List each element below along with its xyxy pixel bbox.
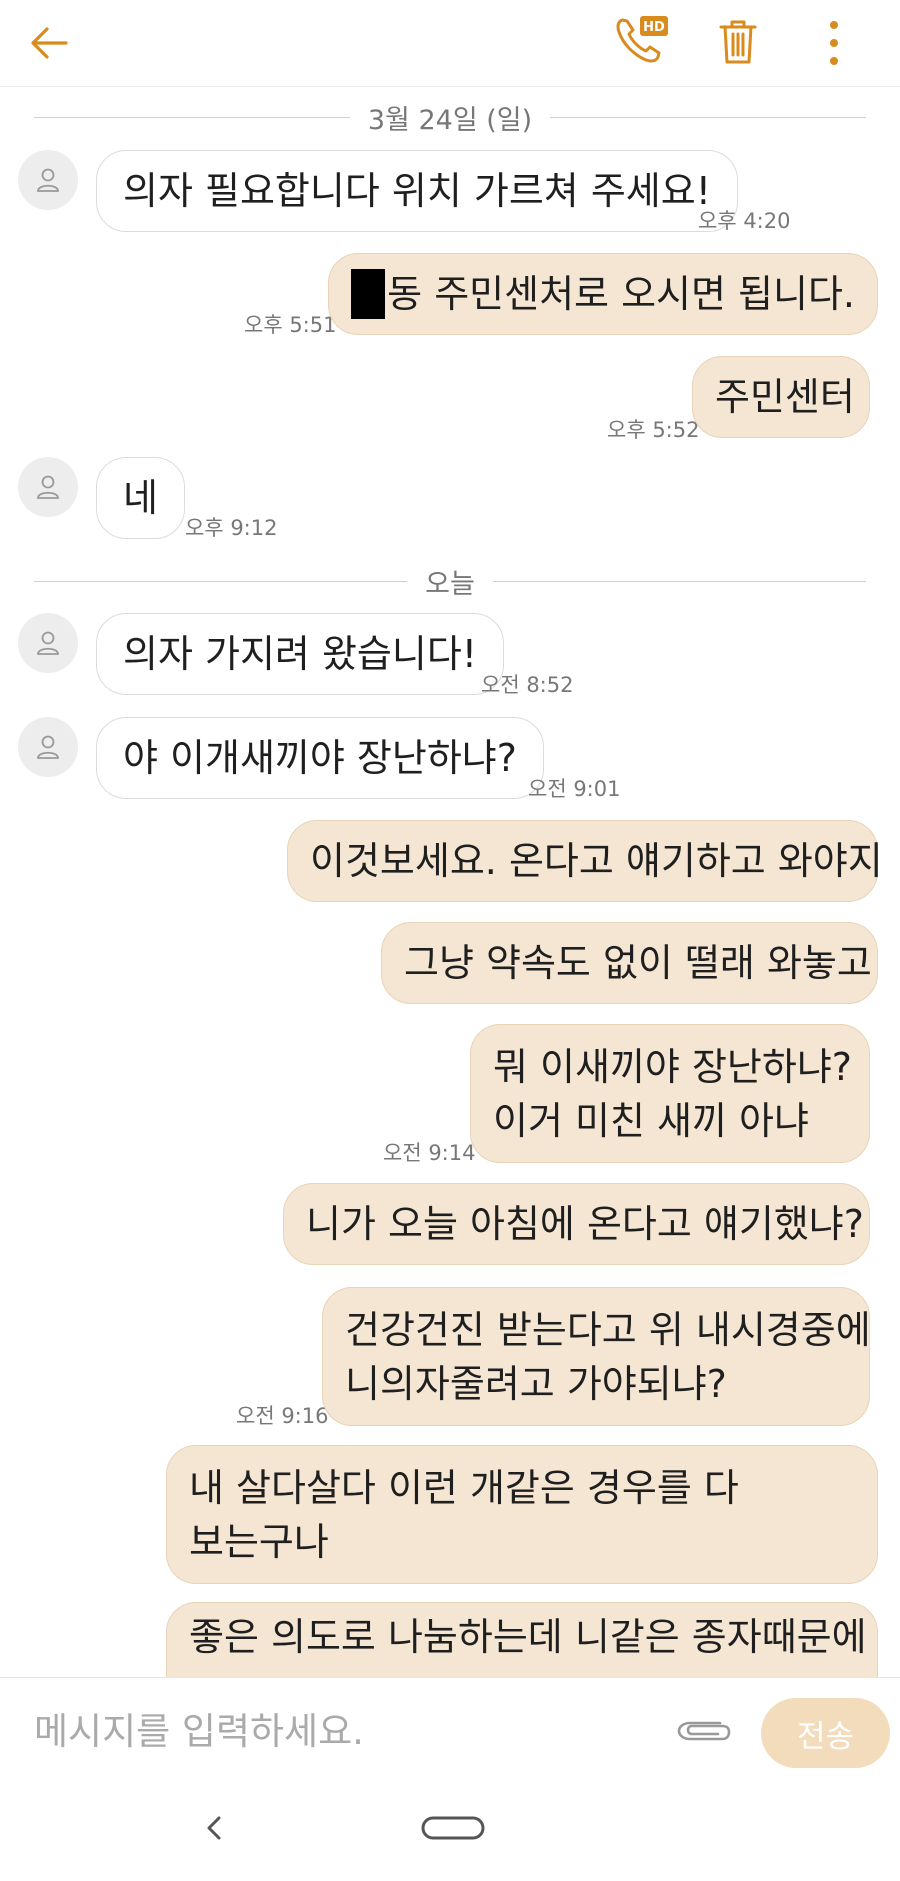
incoming-message-bubble[interactable]: 네 (96, 457, 185, 539)
nav-back-icon[interactable] (192, 1803, 236, 1853)
outgoing-message-bubble[interactable]: 내 살다살다 이런 개같은 경우를 다 보는구나 (166, 1445, 878, 1584)
top-app-bar: HD (0, 0, 900, 87)
outgoing-message-bubble[interactable]: 좋은 의도로 나눔하는데 니같은 종자때문에 (166, 1602, 878, 1677)
message-text-line: 보는구나 (189, 1519, 329, 1564)
outgoing-message-bubble[interactable]: 주민센터 (692, 356, 870, 438)
message-text: 주민센터 (715, 375, 855, 419)
trash-icon[interactable] (712, 12, 764, 72)
outgoing-message-bubble[interactable]: 니가 오늘 아침에 온다고 얘기했냐? (283, 1183, 870, 1265)
outgoing-message-bubble[interactable]: 이것보세요. 온다고 얘기하고 와야지 (287, 820, 883, 902)
hd-badge-text: HD (643, 20, 665, 35)
send-button[interactable]: 전송 (761, 1698, 890, 1768)
message-timestamp: 오후 5:52 (607, 418, 700, 442)
contact-avatar[interactable] (18, 717, 78, 777)
message-composer: 메시지를 입력하세요. 전송 (0, 1677, 900, 1778)
outgoing-message-bubble[interactable]: 건강건진 받는다고 위 내시경중에 니의자줄려고 가야되냐? (322, 1287, 871, 1426)
message-timestamp: 오전 9:16 (236, 1404, 329, 1428)
message-timestamp: 오전 9:14 (383, 1141, 476, 1165)
message-input[interactable]: 메시지를 입력하세요. (34, 1700, 634, 1756)
message-text-line: 뭐 이새끼야 장난하냐? (493, 1044, 852, 1089)
message-text: 동 주민센처로 오시면 됩니다. (387, 272, 855, 316)
message-text: 의자 가지려 왔습니다! (123, 632, 478, 676)
message-timestamp: 오후 4:20 (698, 209, 791, 233)
message-thread[interactable]: 3월 24일 (일) 의자 필요합니다 위치 가르쳐 주세요! 오후 4:20 … (0, 87, 900, 1677)
message-text-line: 이거 미친 새끼 아냐 (493, 1098, 809, 1143)
message-text: 그냥 약속도 없이 떨래 와놓고 (404, 941, 872, 985)
message-text: 네 (123, 476, 158, 520)
message-timestamp: 오후 5:51 (244, 313, 337, 337)
system-nav-bar (0, 1777, 900, 1881)
message-text: 야 이개새끼야 장난하냐? (123, 736, 517, 780)
message-timestamp: 오후 9:12 (185, 516, 278, 540)
contact-avatar[interactable] (18, 613, 78, 673)
nav-home-icon[interactable] (420, 1811, 486, 1845)
contact-avatar[interactable] (18, 150, 78, 210)
message-text-line: 내 살다살다 이런 개같은 경우를 다 (189, 1465, 739, 1510)
message-timestamp: 오전 8:52 (481, 673, 574, 697)
paperclip-icon[interactable] (672, 1702, 734, 1758)
hd-phone-icon[interactable]: HD (612, 10, 672, 70)
message-text: 이것보세요. 온다고 얘기하고 와야지 (310, 839, 883, 883)
contact-avatar[interactable] (18, 457, 78, 517)
more-vert-icon[interactable] (814, 14, 854, 72)
incoming-message-bubble[interactable]: 의자 필요합니다 위치 가르쳐 주세요! (96, 150, 738, 232)
redacted-block (351, 269, 386, 319)
today-divider-label: 오늘 (425, 568, 475, 600)
outgoing-message-bubble[interactable]: 뭐 이새끼야 장난하냐? 이거 미친 새끼 아냐 (470, 1024, 870, 1163)
message-text-line: 건강건진 받는다고 위 내시경중에 (345, 1307, 871, 1352)
outgoing-message-bubble[interactable]: 동 주민센처로 오시면 됩니다. (328, 253, 878, 335)
incoming-message-bubble[interactable]: 의자 가지려 왔습니다! (96, 613, 505, 695)
message-timestamp: 오전 9:01 (528, 777, 621, 801)
message-text: 니가 오늘 아침에 온다고 얘기했냐? (306, 1202, 864, 1246)
back-arrow-icon[interactable] (22, 18, 76, 68)
date-divider: 3월 24일 (일) (34, 97, 867, 137)
message-text: 좋은 의도로 나눔하는데 니같은 종자때문에 (189, 1615, 867, 1659)
date-divider-label: 3월 24일 (일) (367, 104, 533, 136)
message-text-line: 니의자줄려고 가야되냐? (345, 1361, 727, 1406)
incoming-message-bubble[interactable]: 야 이개새끼야 장난하냐? (96, 717, 544, 799)
message-text: 의자 필요합니다 위치 가르쳐 주세요! (123, 169, 711, 213)
today-divider: 오늘 (34, 561, 866, 601)
outgoing-message-bubble[interactable]: 그냥 약속도 없이 떨래 와놓고 (381, 922, 878, 1004)
